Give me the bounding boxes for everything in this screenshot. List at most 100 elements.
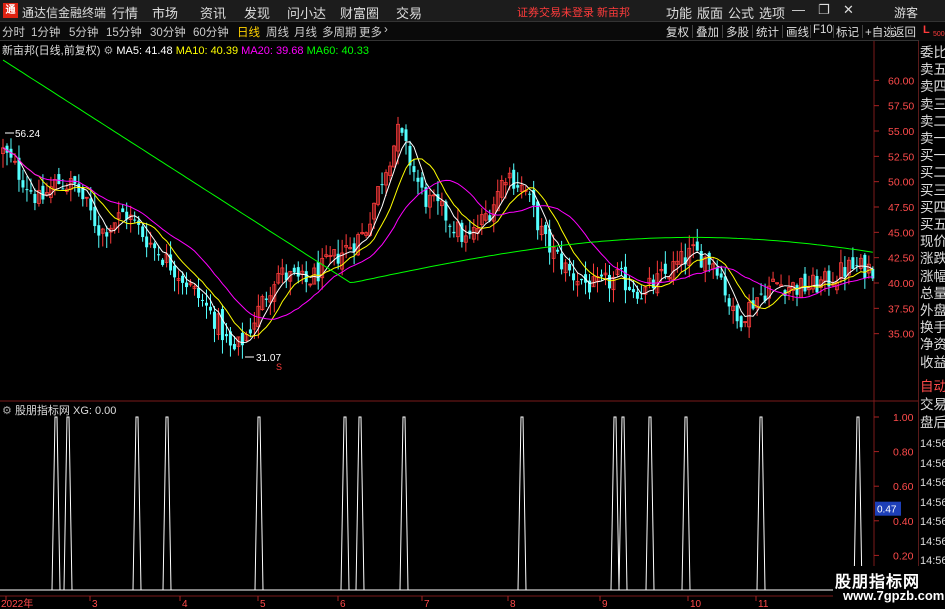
menu-item-options[interactable]: 选项 — [759, 3, 785, 22]
tool-back[interactable]: 返回 — [893, 24, 916, 40]
candle-body-down — [580, 278, 584, 281]
sub-y-tick-label: 0.20 — [893, 550, 914, 562]
menu-item-trade[interactable]: 交易 — [396, 3, 422, 22]
candle-body-down — [97, 225, 101, 236]
quote-label-earnings: 收益 — [920, 354, 945, 370]
menu-item-assistant[interactable]: 问小达 — [287, 3, 326, 22]
toolbar-divider — [810, 25, 811, 38]
period-tab-monthly[interactable]: 月线 — [294, 24, 317, 40]
stock-name[interactable]: 新亩邦(日线,前复权) — [2, 45, 100, 57]
candle-body-down — [61, 188, 65, 190]
candle-body-down — [304, 271, 308, 283]
xg-signal-spike — [681, 416, 691, 591]
candle-body-down — [380, 184, 384, 186]
restore-icon[interactable]: ❐ — [818, 2, 830, 18]
tool-overlay[interactable]: 叠加 — [696, 24, 719, 40]
settings-icon[interactable]: ⚙ — [2, 405, 12, 417]
candle-body-down — [208, 306, 212, 311]
period-tab-30min[interactable]: 30分钟 — [150, 24, 186, 40]
more-chevron-icon[interactable]: › — [384, 24, 388, 36]
candle-body-down — [173, 265, 177, 278]
candle-body-down — [73, 176, 77, 184]
menu-item-quotes[interactable]: 行情 — [112, 3, 138, 22]
x-tick-label: 8 — [510, 599, 516, 609]
period-tab-more[interactable]: 更多 — [359, 24, 382, 40]
candle-body-down — [145, 236, 149, 248]
quote-label-sell-4: 卖四 — [920, 79, 945, 95]
menu-item-function[interactable]: 功能 — [666, 3, 692, 22]
candle-body-down — [204, 302, 208, 306]
xg-signal-spike — [132, 416, 142, 591]
period-tab-multi[interactable]: 多周期 — [322, 24, 357, 40]
close-icon[interactable]: ✕ — [843, 2, 854, 18]
candle-body-down — [201, 299, 204, 301]
kline-chart[interactable]: 60.00 57.50 55.00 52.50 50.00 47.50 45.00 42.50… — [0, 41, 918, 609]
tool-restore-rights[interactable]: 复权 — [666, 24, 689, 40]
menu-item-wealth[interactable]: 财富圈 — [340, 3, 379, 22]
login-warning[interactable]: 证券交易未登录 新亩邦 — [517, 4, 630, 20]
menu-item-layout[interactable]: 版面 — [697, 3, 723, 22]
x-tick-label: 11 — [758, 599, 769, 609]
guest-label[interactable]: 游客 — [894, 4, 918, 21]
menu-item-discover[interactable]: 发现 — [244, 3, 270, 22]
panel-mode-0[interactable]: 自动 — [920, 379, 945, 394]
candle-body-down — [651, 279, 655, 289]
period-tab-60min[interactable]: 60分钟 — [193, 24, 229, 40]
tool-mark[interactable]: 标记 — [836, 24, 859, 40]
candle-body-down — [212, 311, 216, 329]
settings-icon[interactable]: ⚙ — [103, 45, 113, 57]
signal-marker: S — [276, 362, 282, 372]
candle-body-down — [404, 129, 408, 141]
quote-label-total-volume: 总量 — [920, 285, 945, 301]
level2-badge[interactable]: L 500 — [919, 22, 945, 41]
tool-f10[interactable]: F10 — [813, 24, 833, 36]
y-tick-label: 47.50 — [888, 202, 914, 214]
candle-body-down — [412, 166, 416, 173]
menu-item-news[interactable]: 资讯 — [200, 3, 226, 22]
candle-body-down — [29, 190, 33, 192]
candle-body-down — [316, 262, 320, 282]
candle-body-down — [232, 343, 236, 350]
period-tab-weekly[interactable]: 周线 — [266, 24, 289, 40]
period-tab-intraday[interactable]: 分时 — [2, 24, 25, 40]
period-tab-daily[interactable]: 日线 — [237, 24, 260, 40]
tool-statistics[interactable]: 统计 — [756, 24, 779, 40]
panel-mode-1: 交易 — [920, 397, 945, 412]
toolbar-divider — [722, 25, 723, 38]
ma60-line — [2, 59, 873, 284]
candle-body-down — [400, 128, 404, 133]
xg-signal-spike — [853, 416, 863, 591]
minimize-icon[interactable]: — — [792, 2, 805, 17]
quote-label-change-percent: 涨幅 — [920, 268, 945, 284]
candle-body-down — [161, 259, 165, 265]
y-tick-label: 37.50 — [888, 303, 914, 315]
period-tab-15min[interactable]: 15分钟 — [106, 24, 142, 40]
candle-body-down — [185, 282, 189, 288]
x-tick-label: 2022年 — [1, 597, 33, 609]
candle-body-down — [759, 293, 763, 295]
candle-body-down — [719, 273, 723, 278]
candle-body-down — [723, 276, 727, 296]
candle-body-down — [141, 226, 145, 238]
menu-item-market[interactable]: 市场 — [152, 3, 178, 22]
indicator-name[interactable]: 股朋指标网 — [15, 405, 70, 417]
candle-body-down — [296, 267, 300, 277]
xg-signal-spike — [618, 416, 628, 591]
candle-body-down — [224, 334, 228, 337]
x-tick-label: 7 — [424, 599, 430, 609]
sub-legend: ⚙ 股朋指标网 XG: 0.00 — [2, 402, 116, 418]
candlestick-series — [1, 116, 875, 359]
toolbar-divider — [782, 25, 783, 38]
candle-body-down — [635, 291, 639, 299]
tool-drawing[interactable]: 画线 — [786, 24, 809, 40]
tool-multi-stock[interactable]: 多股 — [726, 24, 749, 40]
toolbar-divider — [890, 25, 891, 38]
panel-mode-2: 盘后 — [920, 415, 945, 430]
trade-time: 14:56 — [920, 535, 945, 548]
menu-item-formula[interactable]: 公式 — [728, 3, 754, 22]
xg-signal-spike — [51, 416, 61, 591]
period-tab-1min[interactable]: 1分钟 — [31, 24, 60, 40]
candle-body-down — [181, 275, 185, 283]
candle-body-down — [815, 275, 819, 293]
period-tab-5min[interactable]: 5分钟 — [69, 24, 98, 40]
